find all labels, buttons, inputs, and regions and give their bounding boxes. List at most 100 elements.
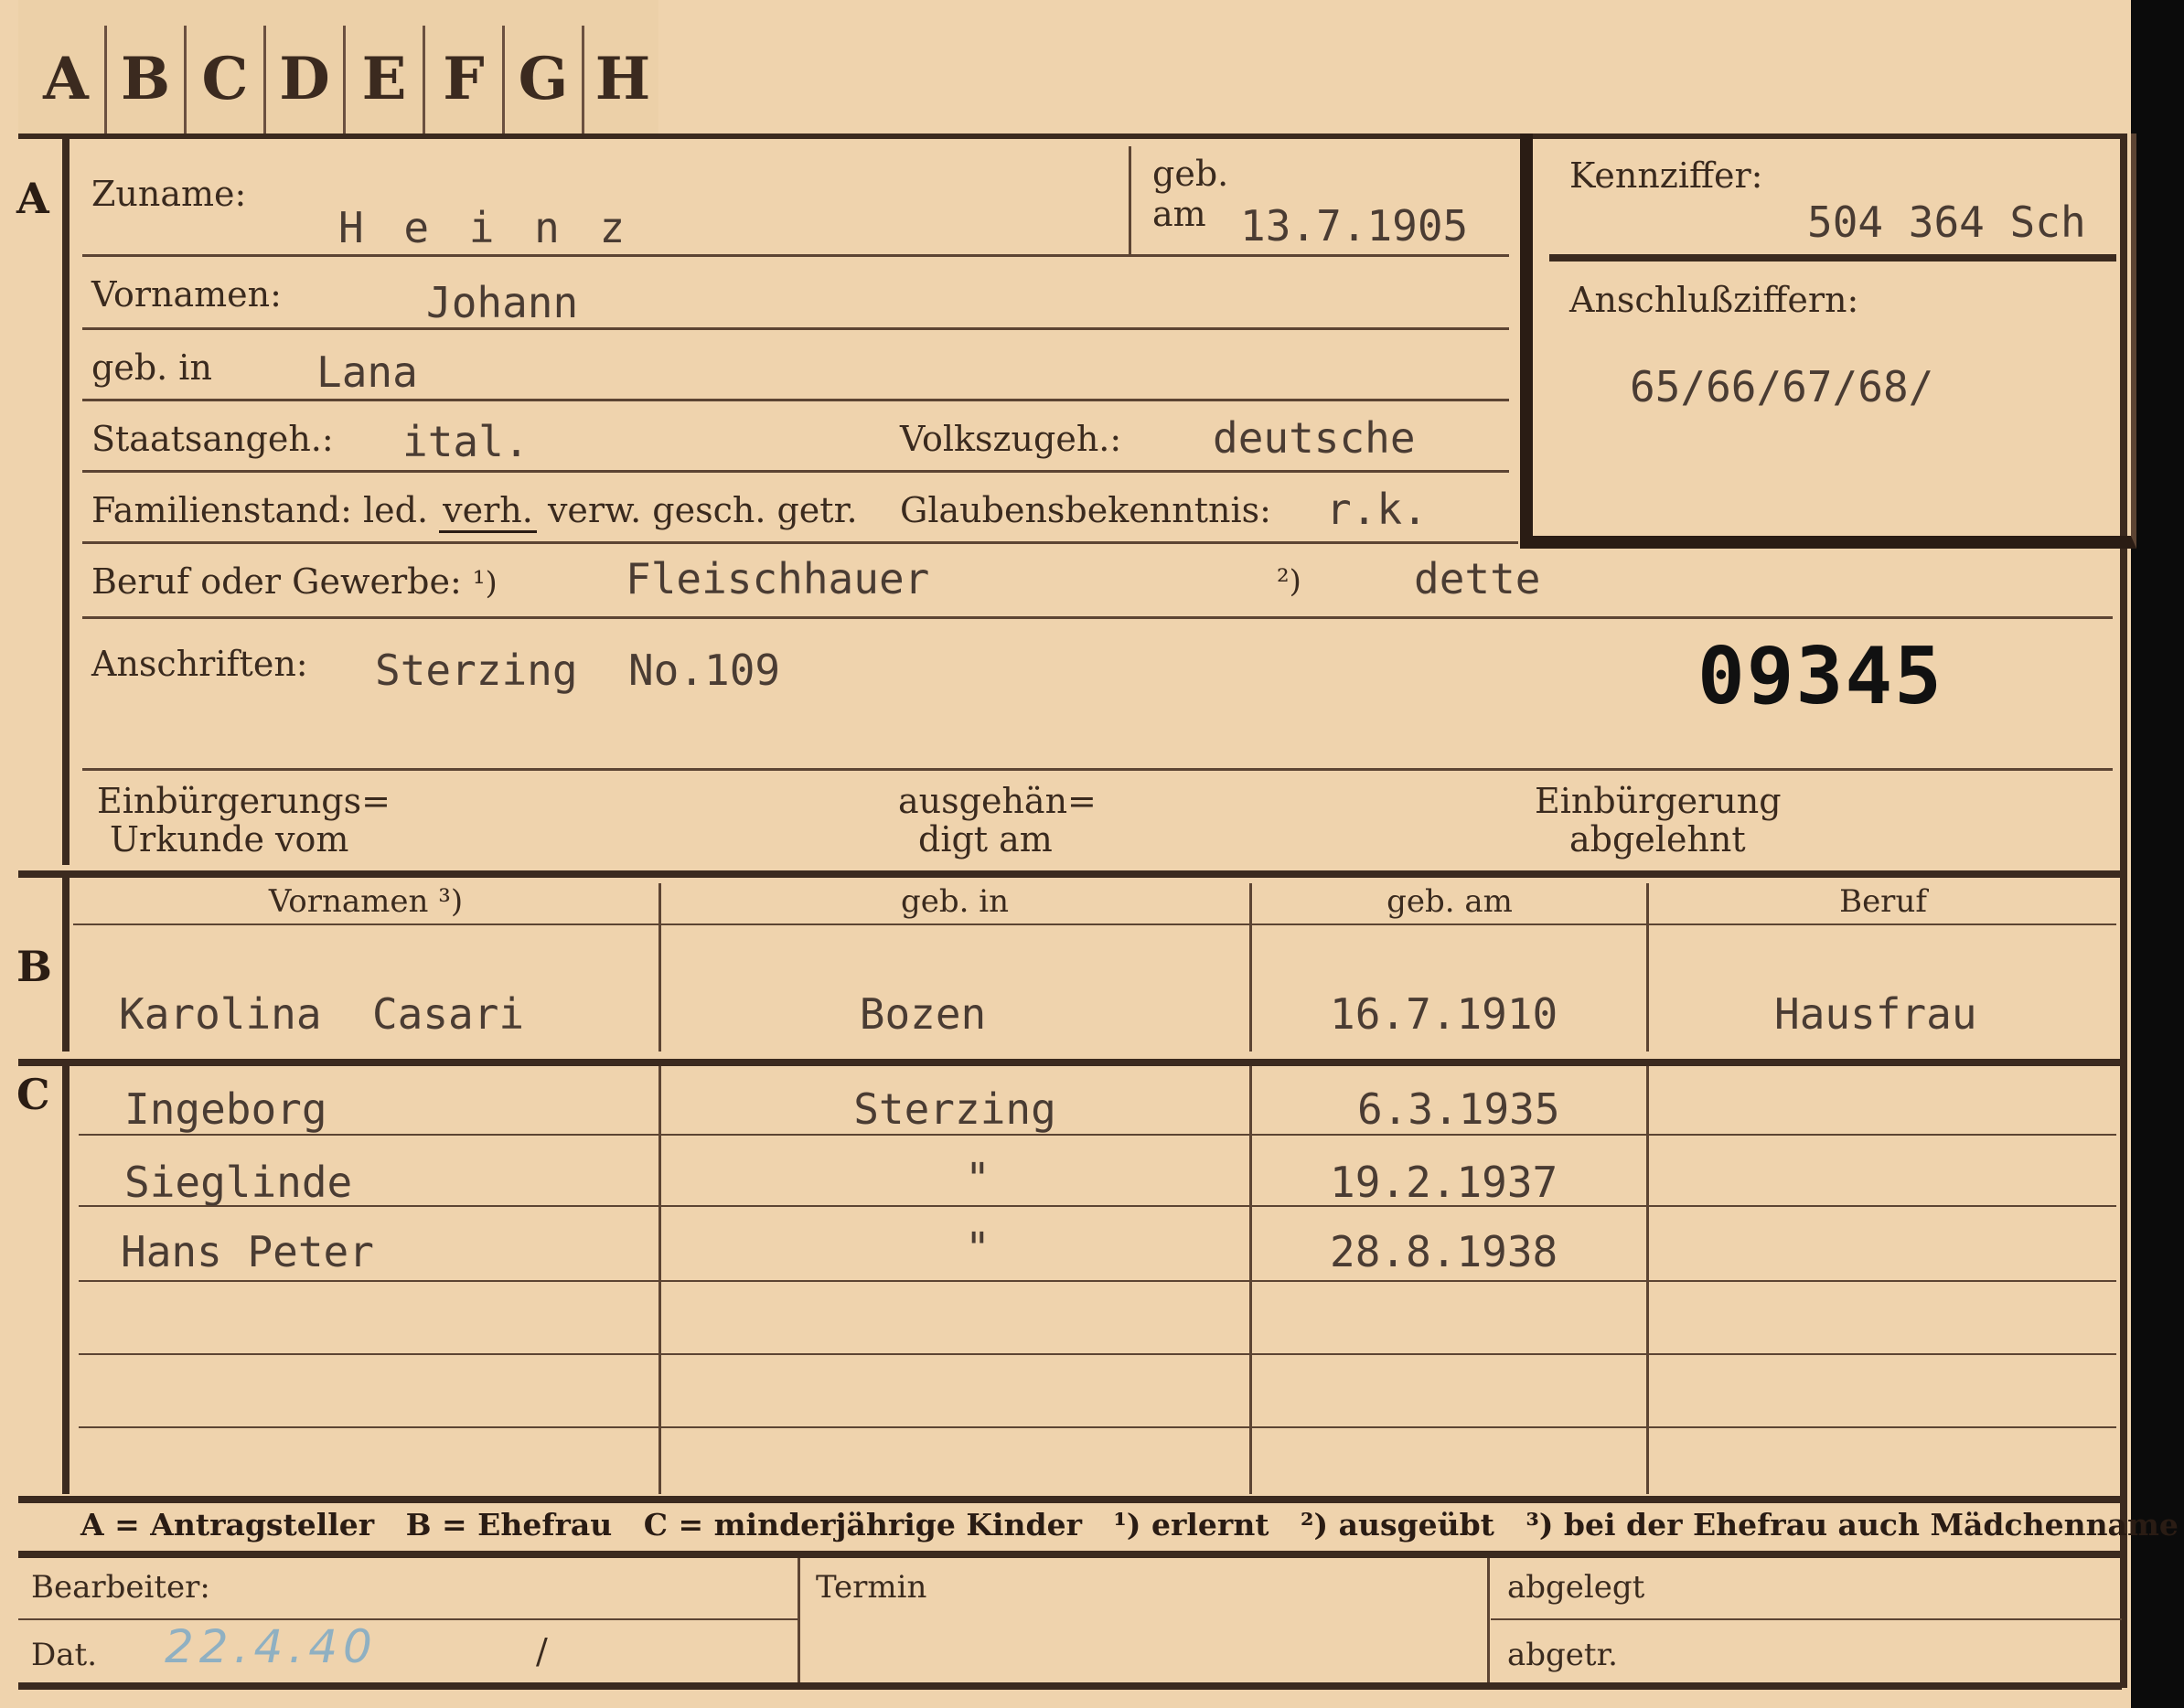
label-anschlussziffern: Anschlußziffern:: [1569, 280, 1859, 320]
value-staatsangeh: ital.: [402, 417, 530, 466]
child-1-geb-in: Sterzing: [853, 1084, 1056, 1134]
child-2-vornamen: Sieglinde: [124, 1158, 353, 1207]
row-rule-c-1: [79, 1134, 2116, 1136]
label-kennziffer: Kennziffer:: [1569, 155, 1763, 196]
label-bearbeiter: Bearbeiter:: [31, 1569, 210, 1606]
spouse-vornamen: Karolina Casari: [119, 989, 525, 1039]
label-einb-abg-2: abgelehnt: [1569, 819, 1746, 859]
legend-top-rule: [18, 1496, 2122, 1503]
label-geb: geb.: [1152, 154, 1229, 194]
kennziffer-rule: [1549, 254, 2116, 262]
label-am: am: [1152, 194, 1206, 234]
child-2-geb-am: 19.2.1937: [1330, 1158, 1558, 1207]
label-glaubens: Glaubensbekenntnis:: [900, 490, 1271, 530]
label-einb-abg-1: Einbürgerung: [1535, 781, 1782, 821]
label-abgelegt: abgelegt: [1507, 1569, 1645, 1606]
row-rule-c-4: [79, 1353, 2116, 1355]
label-abgetr: abgetr.: [1507, 1637, 1618, 1673]
label-einb-urk-2: Urkunde vom: [110, 819, 349, 859]
row-rule-c-3: [79, 1280, 2116, 1282]
tab-c[interactable]: C: [187, 26, 266, 133]
label-geb-in: geb. in: [91, 347, 212, 388]
tab-e[interactable]: E: [346, 26, 425, 133]
value-kennziffer: 504 364 Sch: [1807, 197, 2086, 247]
footer-divider-2: [1487, 1558, 1490, 1682]
registration-card: A B C D E F G H A Zuname: H e i n z geb.…: [0, 0, 2179, 1708]
footer-rule-left: [18, 1618, 798, 1620]
label-volkszugeh: Volkszugeh.:: [900, 419, 1122, 459]
fam-option-verh-underlined: verh.: [439, 490, 537, 533]
legend-text: A = Antragsteller B = Ehefrau C = minder…: [80, 1507, 2179, 1543]
tab-h[interactable]: H: [584, 26, 661, 133]
beruf-label-group: Beruf oder Gewerbe: ¹): [91, 561, 498, 602]
rule-row3: [82, 399, 1509, 401]
col-divider-b-1: [658, 883, 661, 1051]
fam-option-rest: verw. gesch. getr.: [547, 490, 858, 530]
label-staatsangeh: Staatsangeh.:: [91, 419, 334, 459]
label-beruf: Beruf oder Gewerbe:: [91, 561, 462, 602]
child-2-geb-in: ": [965, 1154, 990, 1203]
rule-row6: [82, 616, 2113, 619]
bottom-rule: [18, 1682, 2122, 1690]
value-glaubens: r.k.: [1326, 485, 1428, 534]
rule-row7: [82, 768, 2113, 771]
section-b-letter: B: [16, 942, 52, 991]
section-b-top-rule: [18, 870, 2122, 878]
col-header-geb-am: geb. am: [1386, 883, 1513, 920]
divider-geb: [1129, 146, 1131, 254]
section-c-top-rule: [18, 1059, 2122, 1066]
fam-option-led: led.: [363, 490, 429, 530]
date-slash: /: [536, 1631, 548, 1671]
tab-g[interactable]: G: [505, 26, 584, 133]
child-3-geb-am: 28.8.1938: [1330, 1227, 1558, 1276]
section-c-letter: C: [16, 1070, 50, 1119]
col-header-rule: [73, 923, 2116, 925]
label-dat: Dat.: [31, 1637, 98, 1673]
beruf-note-1: ¹): [472, 565, 498, 602]
col-header-vornamen: Vornamen ³): [268, 883, 464, 920]
tab-d[interactable]: D: [266, 26, 346, 133]
label-einb-urk-1: Einbürgerungs=: [97, 781, 391, 821]
row-rule-c-2: [79, 1205, 2116, 1207]
label-familienstand: Familienstand:: [91, 490, 352, 530]
child-3-geb-in: ": [965, 1223, 990, 1273]
rule-row4: [82, 470, 1509, 473]
tab-b[interactable]: B: [107, 26, 187, 133]
col-header-beruf: Beruf: [1839, 883, 1927, 920]
footer-divider-1: [798, 1558, 800, 1682]
label-ausgeh-2: digt am: [918, 819, 1053, 859]
child-1-vornamen: Ingeborg: [124, 1084, 327, 1134]
value-beruf-ausgeuebt: dette: [1414, 554, 1541, 603]
label-anschriften: Anschriften:: [91, 644, 308, 684]
legend-bottom-rule: [18, 1551, 2122, 1558]
label-zuname: Zuname:: [91, 174, 247, 214]
familienstand-row: Familienstand: led. verh. verw. gesch. g…: [91, 490, 858, 533]
rule-row5: [82, 541, 1518, 544]
stamp-number: 09345: [1697, 631, 1943, 722]
section-a-rule: [62, 133, 70, 865]
spouse-beruf: Hausfrau: [1774, 989, 1977, 1039]
value-geb-am: 13.7.1905: [1240, 201, 1469, 251]
value-geb-in: Lana: [316, 347, 418, 397]
label-termin: Termin: [816, 1569, 927, 1606]
value-vornamen: Johann: [426, 278, 579, 327]
value-volkszugeh: deutsche: [1213, 413, 1416, 463]
value-anschrift: Sterzing No.109: [375, 646, 781, 695]
kennziffer-box: Kennziffer: 504 364 Sch Anschlußziffern:…: [1520, 133, 2136, 549]
spouse-geb-in: Bozen: [859, 989, 987, 1039]
value-anschlussziffern: 65/66/67/68/: [1630, 362, 1934, 411]
tab-a[interactable]: A: [27, 26, 107, 133]
alphabet-tabs: A B C D E F G H: [18, 0, 658, 133]
section-a-letter: A: [16, 174, 49, 223]
col-divider-b-3: [1646, 883, 1649, 1051]
label-vornamen: Vornamen:: [91, 274, 282, 315]
row-rule-c-5: [79, 1426, 2116, 1428]
rule-row2: [82, 327, 1509, 330]
col-divider-b-2: [1249, 883, 1252, 1051]
tab-f[interactable]: F: [425, 26, 505, 133]
col-header-geb-in: geb. in: [900, 883, 1010, 920]
section-b-rule: [62, 878, 70, 1051]
child-1-geb-am: 6.3.1935: [1357, 1084, 1560, 1134]
value-zuname: H e i n z: [338, 203, 633, 252]
value-beruf-erlernt: Fleischhauer: [626, 554, 930, 603]
